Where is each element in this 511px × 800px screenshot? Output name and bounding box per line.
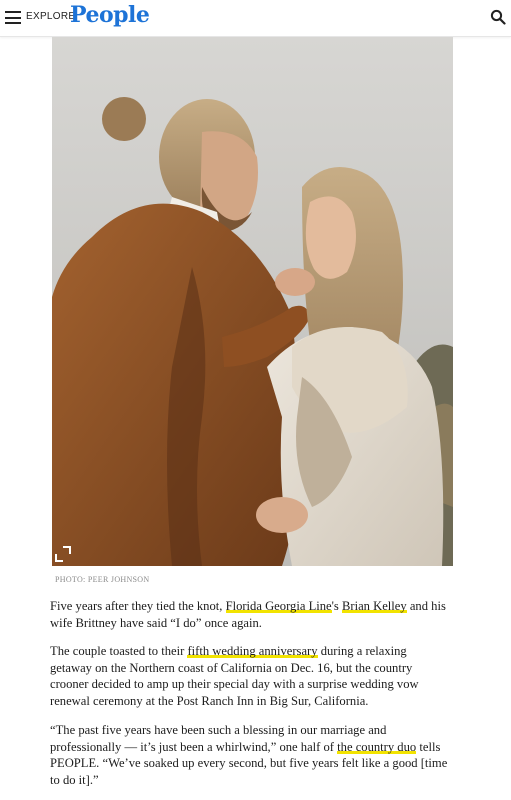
top-navigation-bar: EXPLORE People	[0, 0, 511, 37]
photo-credit: PHOTO: PEER JOHNSON	[55, 575, 150, 584]
article-paragraph-1: Five years after they tied the knot, Flo…	[50, 598, 450, 631]
link-fifth-wedding-anniversary[interactable]: fifth wedding anniversary	[187, 644, 317, 658]
paragraph-text: The couple toasted to their	[50, 644, 188, 658]
search-icon[interactable]	[490, 9, 506, 25]
explore-button[interactable]: EXPLORE	[26, 11, 75, 22]
paragraph-text: Five years after they tied the knot,	[50, 599, 226, 613]
expand-icon[interactable]	[52, 543, 74, 565]
article-paragraph-3: “The past five years have been such a bl…	[50, 722, 450, 788]
link-florida-georgia-line[interactable]: Florida Georgia Line	[226, 599, 332, 613]
hero-photo	[52, 37, 453, 566]
people-logo[interactable]: People	[70, 2, 150, 28]
paragraph-text: “The past five years have been such a bl…	[50, 723, 387, 754]
article-paragraph-2: The couple toasted to their fifth weddin…	[50, 643, 450, 709]
link-the-country-duo[interactable]: the country duo	[337, 740, 416, 754]
paragraph-text: 's	[331, 599, 342, 613]
hamburger-menu-icon[interactable]	[5, 11, 21, 24]
link-brian-kelley[interactable]: Brian Kelley	[342, 599, 407, 613]
